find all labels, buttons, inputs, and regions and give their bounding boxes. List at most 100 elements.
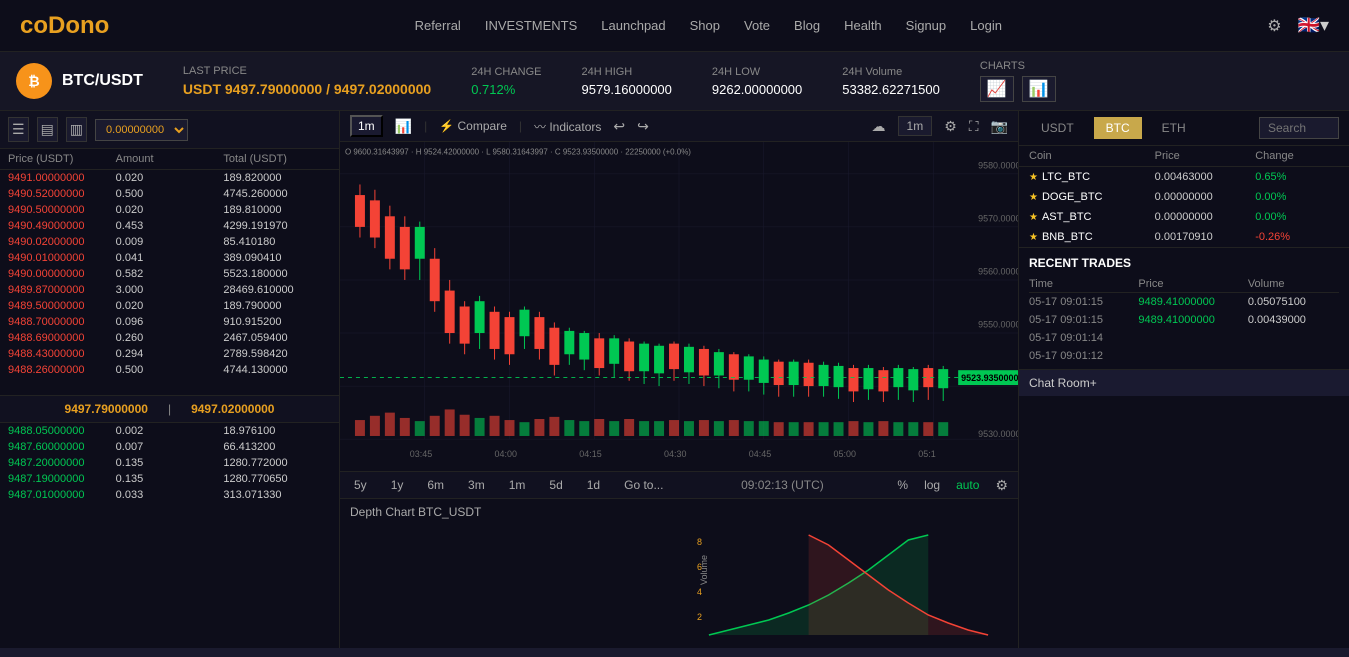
ob-ask-row[interactable]: 9488.69000000 0.260 2467.059400 (0, 330, 339, 346)
ticker-bar: ₿ BTC/USDT LAST PRICE USDT 9497.79000000… (0, 52, 1349, 111)
ob-ask-price: 9488.26000000 (8, 364, 116, 376)
nav-blog[interactable]: Blog (794, 18, 820, 33)
svg-text:04:30: 04:30 (664, 449, 686, 459)
ob-ask-row[interactable]: 9488.26000000 0.500 4744.130000 (0, 362, 339, 378)
nav-launchpad[interactable]: Launchpad (601, 18, 665, 33)
ob-ask-amount: 0.096 (116, 316, 224, 328)
change-item: 24H CHANGE 0.712% (471, 66, 541, 97)
tab-eth[interactable]: ETH (1150, 117, 1198, 139)
ob-ask-price: 9488.69000000 (8, 332, 116, 344)
nav-shop[interactable]: Shop (690, 18, 720, 33)
fullscreen-icon[interactable]: ⛶ (969, 118, 979, 135)
ob-ask-row[interactable]: 9490.52000000 0.500 4745.260000 (0, 186, 339, 202)
ob-decimal-select[interactable]: 0.00000000 (95, 119, 188, 141)
ob-ask-row[interactable]: 9488.43000000 0.294 2789.598420 (0, 346, 339, 362)
cf-6m[interactable]: 6m (423, 476, 448, 494)
cf-5d[interactable]: 5d (545, 476, 566, 494)
cf-settings-icon[interactable]: ⚙ (995, 477, 1008, 494)
ob-list-icon[interactable]: ☰ (8, 117, 29, 142)
last-price-item: LAST PRICE USDT 9497.79000000 / 9497.020… (183, 65, 431, 97)
ob-ask-price: 9490.02000000 (8, 236, 116, 248)
settings-icon[interactable]: ⚙ (1267, 16, 1281, 36)
compare-btn[interactable]: ⚡ Compare (439, 119, 507, 133)
tf-1m[interactable]: 1m (350, 115, 383, 137)
cf-1y[interactable]: 1y (387, 476, 408, 494)
ob-bid-price: 9487.20000000 (8, 457, 116, 469)
rt-header-price: Price (1138, 278, 1247, 290)
nav-health[interactable]: Health (844, 18, 882, 33)
undo-icon[interactable]: ↩ (613, 118, 625, 135)
line-chart-icon[interactable]: 📈 (980, 76, 1014, 102)
cf-5y[interactable]: 5y (350, 476, 371, 494)
ob-asks-icon[interactable]: ▤ (37, 117, 58, 142)
ob-bids-icon[interactable]: ▥ (66, 117, 87, 142)
rt-price: 9489.41000000 (1138, 314, 1247, 326)
low-label: 24H LOW (712, 66, 802, 78)
coin-price: 0.00000000 (1155, 191, 1256, 203)
ob-bid-row[interactable]: 9487.20000000 0.135 1280.772000 (0, 455, 339, 471)
ob-ask-row[interactable]: 9490.49000000 0.453 4299.191970 (0, 218, 339, 234)
low-item: 24H LOW 9262.00000000 (712, 66, 802, 97)
high-value: 9579.16000000 (582, 82, 672, 97)
flag-icon[interactable]: 🇬🇧▾ (1298, 15, 1329, 36)
high-label: 24H HIGH (582, 66, 672, 78)
cf-auto[interactable]: auto (956, 478, 979, 492)
coin-list-item[interactable]: ★DOGE_BTC 0.00000000 0.00% (1019, 187, 1349, 207)
indicators-btn[interactable]: 〰 Indicators (534, 118, 601, 135)
ob-bid-row[interactable]: 9487.01000000 0.033 313.071330 (0, 487, 339, 503)
ob-bid-amount: 0.002 (116, 425, 224, 437)
ob-ask-row[interactable]: 9490.02000000 0.009 85.410180 (0, 234, 339, 250)
chart-type-icon[interactable]: 📊 (395, 118, 412, 135)
ob-spread: 9497.79000000 | 9497.02000000 (0, 395, 339, 423)
svg-text:4: 4 (697, 587, 702, 597)
ob-ask-row[interactable]: 9489.87000000 3.000 28469.610000 (0, 282, 339, 298)
coin-list-item[interactable]: ★BNB_BTC 0.00170910 -0.26% (1019, 227, 1349, 247)
screenshot-icon[interactable]: 📷 (991, 118, 1008, 135)
tab-btc[interactable]: BTC (1094, 117, 1142, 139)
nav-signup[interactable]: Signup (906, 18, 946, 33)
chart-area: 1m 📊 | ⚡ Compare | 〰 Indicators ↩ ↪ ☁ 1m… (340, 111, 1019, 648)
save-btn[interactable]: 1m (898, 116, 933, 136)
nav-referral[interactable]: Referral (415, 18, 461, 33)
ob-ask-row[interactable]: 9490.01000000 0.041 389.090410 (0, 250, 339, 266)
ob-bid-row[interactable]: 9487.60000000 0.007 66.413200 (0, 439, 339, 455)
redo-icon[interactable]: ↪ (637, 118, 649, 135)
svg-text:04:00: 04:00 (495, 449, 517, 459)
coin-change: 0.65% (1255, 171, 1339, 183)
tab-usdt[interactable]: USDT (1029, 117, 1086, 139)
candlestick-chart-icon[interactable]: 📊 (1022, 76, 1056, 102)
ob-ask-row[interactable]: 9490.50000000 0.020 189.810000 (0, 202, 339, 218)
rt-price (1138, 350, 1247, 362)
nav-login[interactable]: Login (970, 18, 1002, 33)
cloud-icon[interactable]: ☁ (872, 118, 886, 135)
coin-headers: Coin Price Change (1019, 146, 1349, 167)
rt-header-vol: Volume (1248, 278, 1339, 290)
ob-ask-row[interactable]: 9489.50000000 0.020 189.790000 (0, 298, 339, 314)
cf-log[interactable]: log (924, 478, 940, 492)
cf-goto[interactable]: Go to... (620, 476, 667, 494)
ob-ask-amount: 0.260 (116, 332, 224, 344)
chart-settings-icon[interactable]: ⚙ (944, 118, 957, 135)
cf-1m[interactable]: 1m (505, 476, 530, 494)
ob-bid-row[interactable]: 9487.19000000 0.135 1280.770650 (0, 471, 339, 487)
ob-ask-price: 9489.87000000 (8, 284, 116, 296)
ob-ask-total: 189.820000 (223, 172, 331, 184)
rt-volume (1248, 332, 1339, 344)
nav-investments[interactable]: INVESTMENTS (485, 18, 577, 33)
cf-percent[interactable]: % (897, 478, 908, 492)
ob-ask-row[interactable]: 9490.00000000 0.582 5523.180000 (0, 266, 339, 282)
cf-1d[interactable]: 1d (583, 476, 604, 494)
ob-ask-row[interactable]: 9488.70000000 0.096 910.915200 (0, 314, 339, 330)
nav-vote[interactable]: Vote (744, 18, 770, 33)
coin-list-item[interactable]: ★LTC_BTC 0.00463000 0.65% (1019, 167, 1349, 187)
ob-ask-row[interactable]: 9491.00000000 0.020 189.820000 (0, 170, 339, 186)
coin-search-input[interactable] (1259, 117, 1339, 139)
low-value: 9262.00000000 (712, 82, 802, 97)
cf-3m[interactable]: 3m (464, 476, 489, 494)
ob-bid-total: 18.976100 (223, 425, 331, 437)
ob-header-amount: Amount (116, 153, 224, 165)
ob-bid-row[interactable]: 9488.05000000 0.002 18.976100 (0, 423, 339, 439)
chat-room-button[interactable]: Chat Room+ (1019, 369, 1349, 396)
ob-ask-amount: 0.009 (116, 236, 224, 248)
coin-list-item[interactable]: ★AST_BTC 0.00000000 0.00% (1019, 207, 1349, 227)
